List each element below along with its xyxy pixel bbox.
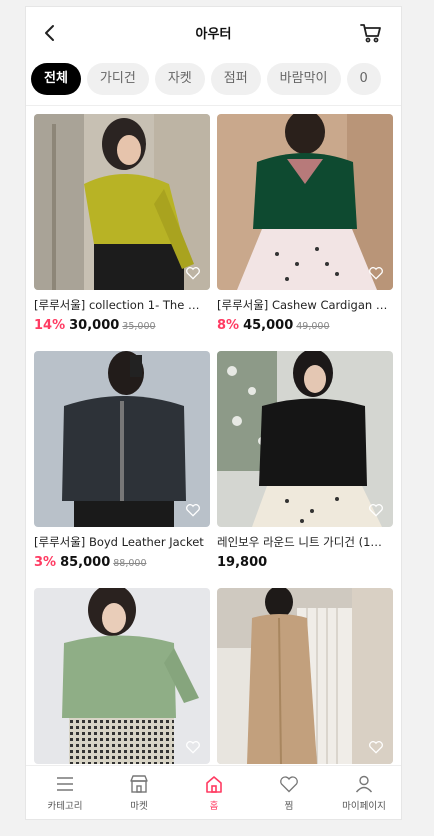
nav-market[interactable]: 마켓	[104, 774, 174, 812]
heart-icon[interactable]	[368, 740, 384, 754]
product-image	[217, 588, 393, 764]
user-icon	[355, 775, 373, 793]
product-image	[34, 114, 210, 290]
store-icon	[130, 775, 148, 793]
product-card[interactable]	[217, 588, 393, 764]
category-chips: 전체 가디건 자켓 점퍼 바람막이 0	[26, 63, 401, 105]
product-card[interactable]: [루루서울] Cashew Cardigan (Green) 8%45,0004…	[217, 114, 393, 333]
heart-icon	[280, 776, 298, 793]
top-header: 아우터	[26, 7, 401, 59]
product-card[interactable]: [루루서울] collection 1- The Barbie Crop 14%…	[34, 114, 210, 333]
product-name: 레인보우 라운드 니트 가디건 (1컬러)	[217, 535, 389, 549]
heart-icon[interactable]	[185, 266, 201, 280]
original-price: 35,000	[122, 321, 156, 332]
product-image	[34, 588, 210, 764]
nav-label: 마이페이지	[342, 801, 386, 812]
chip-windbreaker[interactable]: 바람막이	[266, 63, 341, 95]
page-title: 아우터	[195, 27, 232, 42]
product-card[interactable]	[34, 588, 210, 764]
sale-price: 30,000	[69, 318, 120, 333]
cart-button[interactable]	[359, 21, 383, 45]
discount-rate: 14%	[34, 318, 66, 333]
heart-icon[interactable]	[368, 266, 384, 280]
cart-icon	[360, 24, 381, 43]
nav-mypage[interactable]: 마이페이지	[329, 774, 399, 812]
nav-wishlist[interactable]: 찜	[254, 774, 324, 812]
bottom-navigation: 카테고리 마켓 홈 찜 마이페이지	[26, 765, 401, 819]
discount-rate: 8%	[217, 318, 240, 333]
nav-label: 마켓	[130, 801, 148, 812]
app-frame: 아우터 전체 가디건 자켓 점퍼 바람막이 0 [루루서울] collectio…	[25, 6, 402, 820]
product-image	[34, 351, 210, 527]
sale-price: 19,800	[217, 555, 268, 570]
price-row: 8% 45,000 49,000	[217, 318, 393, 333]
nav-label: 카테고리	[47, 801, 83, 812]
heart-icon[interactable]	[185, 503, 201, 517]
sale-price: 45,000	[243, 318, 294, 333]
original-price: 88,000	[113, 558, 147, 569]
sale-price: 85,000	[60, 555, 111, 570]
nav-label: 홈	[209, 801, 219, 812]
chip-more[interactable]: 0	[346, 63, 381, 95]
nav-label: 찜	[284, 801, 294, 812]
product-name: [루루서울] Boyd Leather Jacket	[34, 535, 204, 549]
price-row: 14% 30,000 35,000	[34, 318, 210, 333]
heart-icon[interactable]	[368, 503, 384, 517]
product-card[interactable]: [루루서울] Boyd Leather Jacket 3% 85,000 88,00…	[34, 351, 210, 570]
original-price: 49,000	[296, 321, 330, 332]
product-name: [루루서울] Cashew Cardigan (Green)	[217, 298, 389, 312]
home-icon	[206, 776, 222, 793]
menu-icon	[57, 777, 73, 791]
product-card[interactable]: 레인보우 라운드 니트 가디건 (1컬러) 19,800	[217, 351, 393, 570]
nav-category[interactable]: 카테고리	[30, 774, 100, 812]
price-row: 3% 85,000 88,000	[34, 555, 210, 570]
chip-cardigan[interactable]: 가디건	[86, 63, 149, 95]
chip-jacket[interactable]: 자켓	[154, 63, 205, 95]
nav-home[interactable]: 홈	[179, 774, 249, 812]
product-image	[217, 351, 393, 527]
heart-icon[interactable]	[185, 740, 201, 754]
divider	[26, 105, 401, 106]
discount-rate: 3%	[34, 555, 57, 570]
chip-all[interactable]: 전체	[31, 63, 81, 95]
chip-jumper[interactable]: 점퍼	[210, 63, 261, 95]
product-name: [루루서울] collection 1- The Barbie Crop	[34, 298, 206, 312]
product-image	[217, 114, 393, 290]
price-row: 19,800	[217, 555, 393, 570]
